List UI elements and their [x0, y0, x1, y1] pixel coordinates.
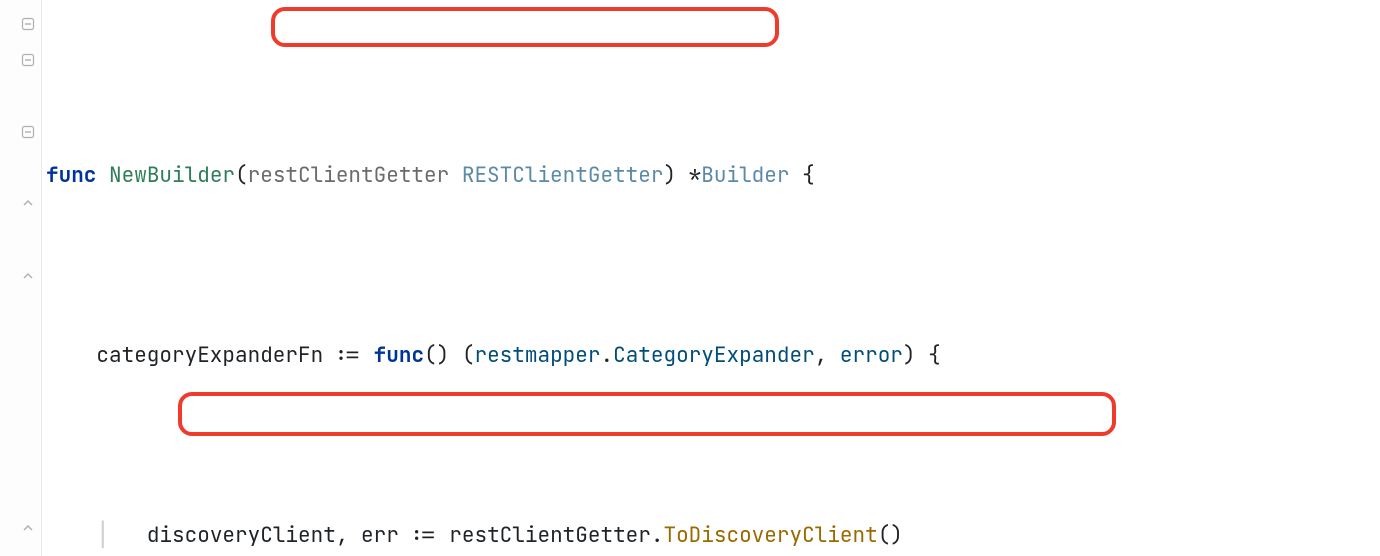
code-editor: func NewBuilder(restClientGetter RESTCli… — [0, 0, 1380, 556]
fold-marker-close[interactable] — [21, 521, 37, 537]
paren: ( — [878, 522, 891, 549]
dot: . — [600, 342, 613, 369]
method: ToDiscoveryClient — [663, 522, 877, 549]
paren: ) — [903, 342, 916, 369]
identifier: discoveryClient — [147, 522, 336, 549]
gutter — [0, 0, 42, 556]
fold-marker-open[interactable] — [21, 125, 37, 141]
func-name: NewBuilder — [109, 162, 235, 189]
op: := — [411, 522, 436, 549]
paren: ) — [437, 342, 450, 369]
brace: { — [928, 342, 941, 369]
paren: ) — [890, 522, 903, 549]
paren: ( — [424, 342, 437, 369]
return-type: Builder — [701, 162, 789, 189]
identifier: restClientGetter — [449, 522, 651, 549]
brace: { — [802, 162, 815, 189]
type-error: error — [840, 342, 903, 369]
annotation-box — [271, 7, 779, 47]
code-line[interactable]: │ discoveryClient, err := restClientGett… — [46, 518, 1380, 554]
comma: , — [815, 342, 840, 369]
param-name: restClientGetter — [248, 162, 450, 189]
dot: . — [651, 522, 664, 549]
code-line[interactable]: categoryExpanderFn := func() (restmapper… — [46, 338, 1380, 374]
identifier: err — [361, 522, 399, 549]
fold-marker-close[interactable] — [21, 269, 37, 285]
fold-marker-close[interactable] — [21, 196, 37, 212]
paren: ) — [663, 162, 676, 189]
identifier: categoryExpanderFn — [96, 342, 323, 369]
keyword-func: func — [46, 162, 96, 189]
fold-marker-open[interactable] — [21, 17, 37, 33]
star: * — [689, 162, 702, 189]
keyword-func: func — [374, 342, 424, 369]
param-type: RESTClientGetter — [462, 162, 664, 189]
annotation-box — [178, 392, 1116, 436]
fold-marker-open[interactable] — [21, 53, 37, 69]
paren: ( — [462, 342, 475, 369]
type: CategoryExpander — [613, 342, 815, 369]
paren: ( — [235, 162, 248, 189]
code-area[interactable]: func NewBuilder(restClientGetter RESTCli… — [42, 0, 1380, 556]
pkg: restmapper — [474, 342, 600, 369]
code-line[interactable]: func NewBuilder(restClientGetter RESTCli… — [46, 158, 1380, 194]
comma: , — [336, 522, 361, 549]
op: := — [336, 342, 361, 369]
